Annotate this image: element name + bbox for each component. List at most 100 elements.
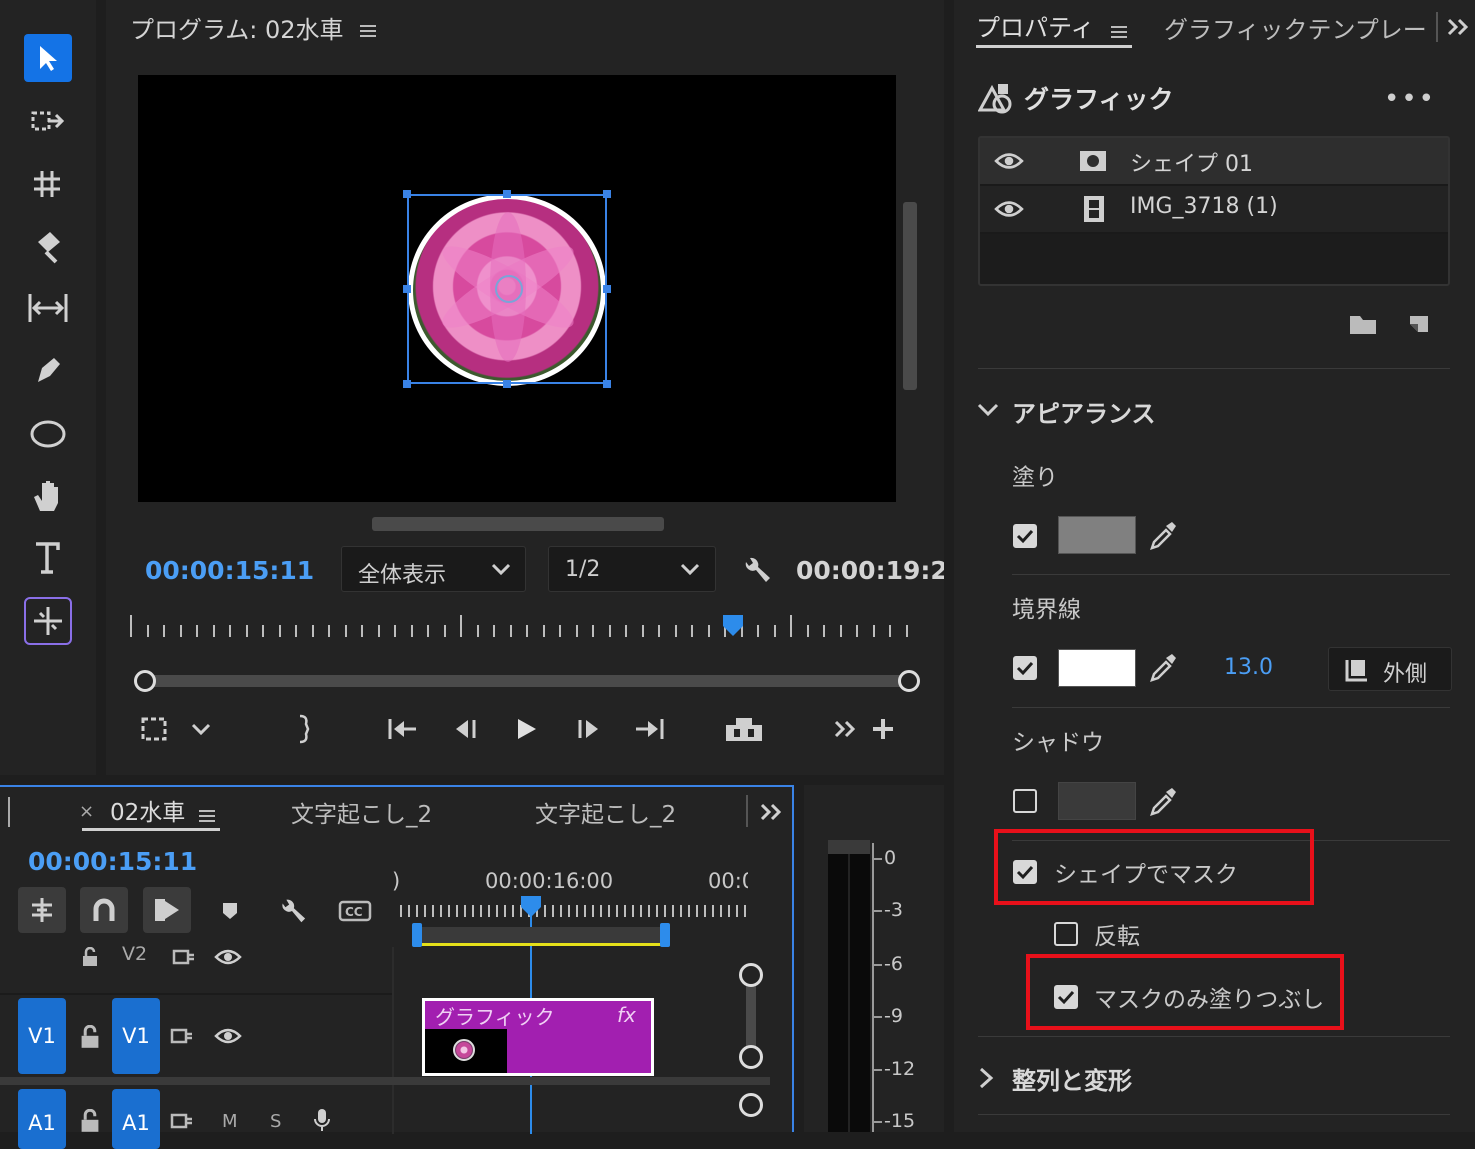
mark-out-button[interactable] xyxy=(292,712,316,746)
appearance-section-title[interactable]: アピアランス xyxy=(1012,394,1156,429)
unlock-icon[interactable] xyxy=(78,1109,102,1133)
program-current-time[interactable]: 00:00:15:11 xyxy=(145,556,314,585)
transform-tool-button[interactable] xyxy=(24,597,72,645)
pen-tool-button[interactable] xyxy=(24,346,72,394)
snap-button[interactable] xyxy=(80,887,128,933)
eyedropper-icon[interactable] xyxy=(1148,520,1178,552)
lock-icon[interactable] xyxy=(80,947,100,967)
fill-color-swatch[interactable] xyxy=(1058,516,1136,554)
add-marker-button[interactable] xyxy=(214,893,246,929)
program-monitor-title[interactable]: プログラム: 02水車 xyxy=(130,10,377,45)
timeline-tab-active[interactable]: 02水車 xyxy=(82,793,221,831)
folder-icon[interactable] xyxy=(1348,312,1378,336)
timeline-tab-transcript-1[interactable]: 文字起こし_2 xyxy=(291,795,432,829)
step-forward-button[interactable] xyxy=(570,712,606,746)
eye-icon[interactable] xyxy=(214,1026,242,1046)
graphic-templates-tab[interactable]: グラフィックテンプレート xyxy=(1164,10,1434,45)
stroke-checkbox[interactable] xyxy=(1013,656,1037,680)
zoom-bar-right-handle[interactable] xyxy=(898,670,920,692)
eye-icon[interactable] xyxy=(994,198,1024,220)
export-frame-button[interactable] xyxy=(724,712,764,746)
fill-checkbox[interactable] xyxy=(1013,524,1037,548)
captions-button[interactable]: CC xyxy=(336,897,374,925)
layer-row-image[interactable]: IMG_3718 (1) xyxy=(980,186,1448,234)
timeline-tab-transcript-2[interactable]: 文字起こし_2 xyxy=(535,795,676,829)
align-transform-section-title[interactable]: 整列と変形 xyxy=(1012,1061,1132,1096)
go-to-out-button[interactable] xyxy=(632,712,668,746)
chevron-down-icon[interactable] xyxy=(976,400,1000,420)
hamburger-icon[interactable] xyxy=(1110,24,1128,40)
sync-lock-icon[interactable] xyxy=(170,1026,194,1046)
monitor-playhead[interactable] xyxy=(722,614,744,636)
zoom-dropdown[interactable]: 全体表示 xyxy=(341,546,526,592)
sync-lock-icon[interactable] xyxy=(172,947,196,967)
timeline-settings-button[interactable] xyxy=(274,893,310,929)
safe-margins-button[interactable] xyxy=(136,712,172,746)
graphic-more-menu[interactable]: ••• xyxy=(1384,84,1436,114)
ripple-edit-tool-button[interactable] xyxy=(24,160,72,208)
ruler-tick xyxy=(504,905,506,917)
mark-out-icon xyxy=(299,714,310,744)
settings-wrench-button[interactable] xyxy=(738,552,774,588)
chevron-right-icon[interactable] xyxy=(976,1066,996,1090)
horizontal-scrollbar[interactable] xyxy=(372,517,664,531)
track-v1-source-button[interactable]: V1 xyxy=(18,998,66,1074)
microphone-icon[interactable] xyxy=(312,1107,332,1133)
slip-tool-button[interactable] xyxy=(24,284,72,332)
eyedropper-icon[interactable] xyxy=(1148,786,1178,818)
hamburger-icon[interactable] xyxy=(198,808,216,824)
timeline-playhead[interactable] xyxy=(520,895,542,917)
unlock-icon[interactable] xyxy=(78,1025,102,1049)
eye-icon[interactable] xyxy=(994,150,1024,172)
hamburger-icon[interactable] xyxy=(359,23,377,39)
type-tool-button[interactable] xyxy=(24,534,72,582)
vertical-scrollbar[interactable] xyxy=(903,202,917,390)
track-v1-target-button[interactable]: V1 xyxy=(112,998,160,1074)
play-button[interactable] xyxy=(508,712,544,746)
go-to-in-button[interactable] xyxy=(384,712,420,746)
selection-bounding-box[interactable] xyxy=(407,194,607,384)
track-a1-source-button[interactable]: A1 xyxy=(18,1089,66,1149)
ruler-tick xyxy=(146,625,149,637)
razor-tool-button[interactable] xyxy=(24,222,72,270)
stroke-width-value[interactable]: 13.0 xyxy=(1224,655,1273,680)
graphic-clip[interactable]: グラフィック fx xyxy=(422,998,654,1076)
track-a1-solo-button[interactable]: S xyxy=(270,1111,281,1132)
step-back-button[interactable] xyxy=(448,712,484,746)
work-area-bar[interactable] xyxy=(412,923,670,949)
more-tabs-button[interactable] xyxy=(1444,12,1472,42)
more-controls-button[interactable] xyxy=(830,712,860,746)
timeline-time-ruler[interactable] xyxy=(400,905,746,919)
camera-icon xyxy=(726,718,762,741)
track-a1-target-button[interactable]: A1 xyxy=(112,1089,160,1149)
eye-icon[interactable] xyxy=(214,947,242,967)
hand-tool-button[interactable] xyxy=(24,472,72,520)
eyedropper-icon[interactable] xyxy=(1148,652,1178,684)
settings-dropdown-button[interactable] xyxy=(186,716,216,742)
track-select-tool-button[interactable] xyxy=(24,98,72,146)
shadow-color-swatch[interactable] xyxy=(1058,782,1136,820)
stroke-color-swatch[interactable] xyxy=(1058,649,1136,687)
shadow-checkbox[interactable] xyxy=(1013,789,1037,813)
track-a1-mute-button[interactable]: M xyxy=(222,1111,238,1132)
sync-lock-icon[interactable] xyxy=(170,1111,194,1131)
new-layer-icon[interactable] xyxy=(1406,312,1432,336)
monitor-time-ruler[interactable] xyxy=(130,615,910,645)
monitor-zoom-bar[interactable] xyxy=(134,670,920,692)
timeline-current-time[interactable]: 00:00:15:11 xyxy=(28,847,197,876)
zoom-bar-left-handle[interactable] xyxy=(134,670,156,692)
stroke-position-dropdown[interactable]: 外側 xyxy=(1328,647,1452,691)
add-button[interactable] xyxy=(868,712,898,746)
linked-selection-button[interactable] xyxy=(143,887,191,933)
properties-tab[interactable]: プロパティ xyxy=(976,8,1132,48)
resolution-dropdown[interactable]: 1/2 xyxy=(548,546,716,592)
invert-checkbox[interactable] xyxy=(1054,922,1078,946)
more-tabs-button[interactable] xyxy=(756,797,786,827)
selection-tool-button[interactable] xyxy=(24,34,72,82)
program-video-frame[interactable] xyxy=(138,75,896,502)
layer-row-shape[interactable]: シェイプ 01 xyxy=(980,138,1448,186)
ellipse-tool-button[interactable] xyxy=(24,410,72,458)
clip-fx-badge[interactable]: fx xyxy=(617,1003,636,1027)
insert-sequence-button[interactable] xyxy=(18,887,66,933)
timeline-vertical-zoom[interactable] xyxy=(738,963,764,1135)
